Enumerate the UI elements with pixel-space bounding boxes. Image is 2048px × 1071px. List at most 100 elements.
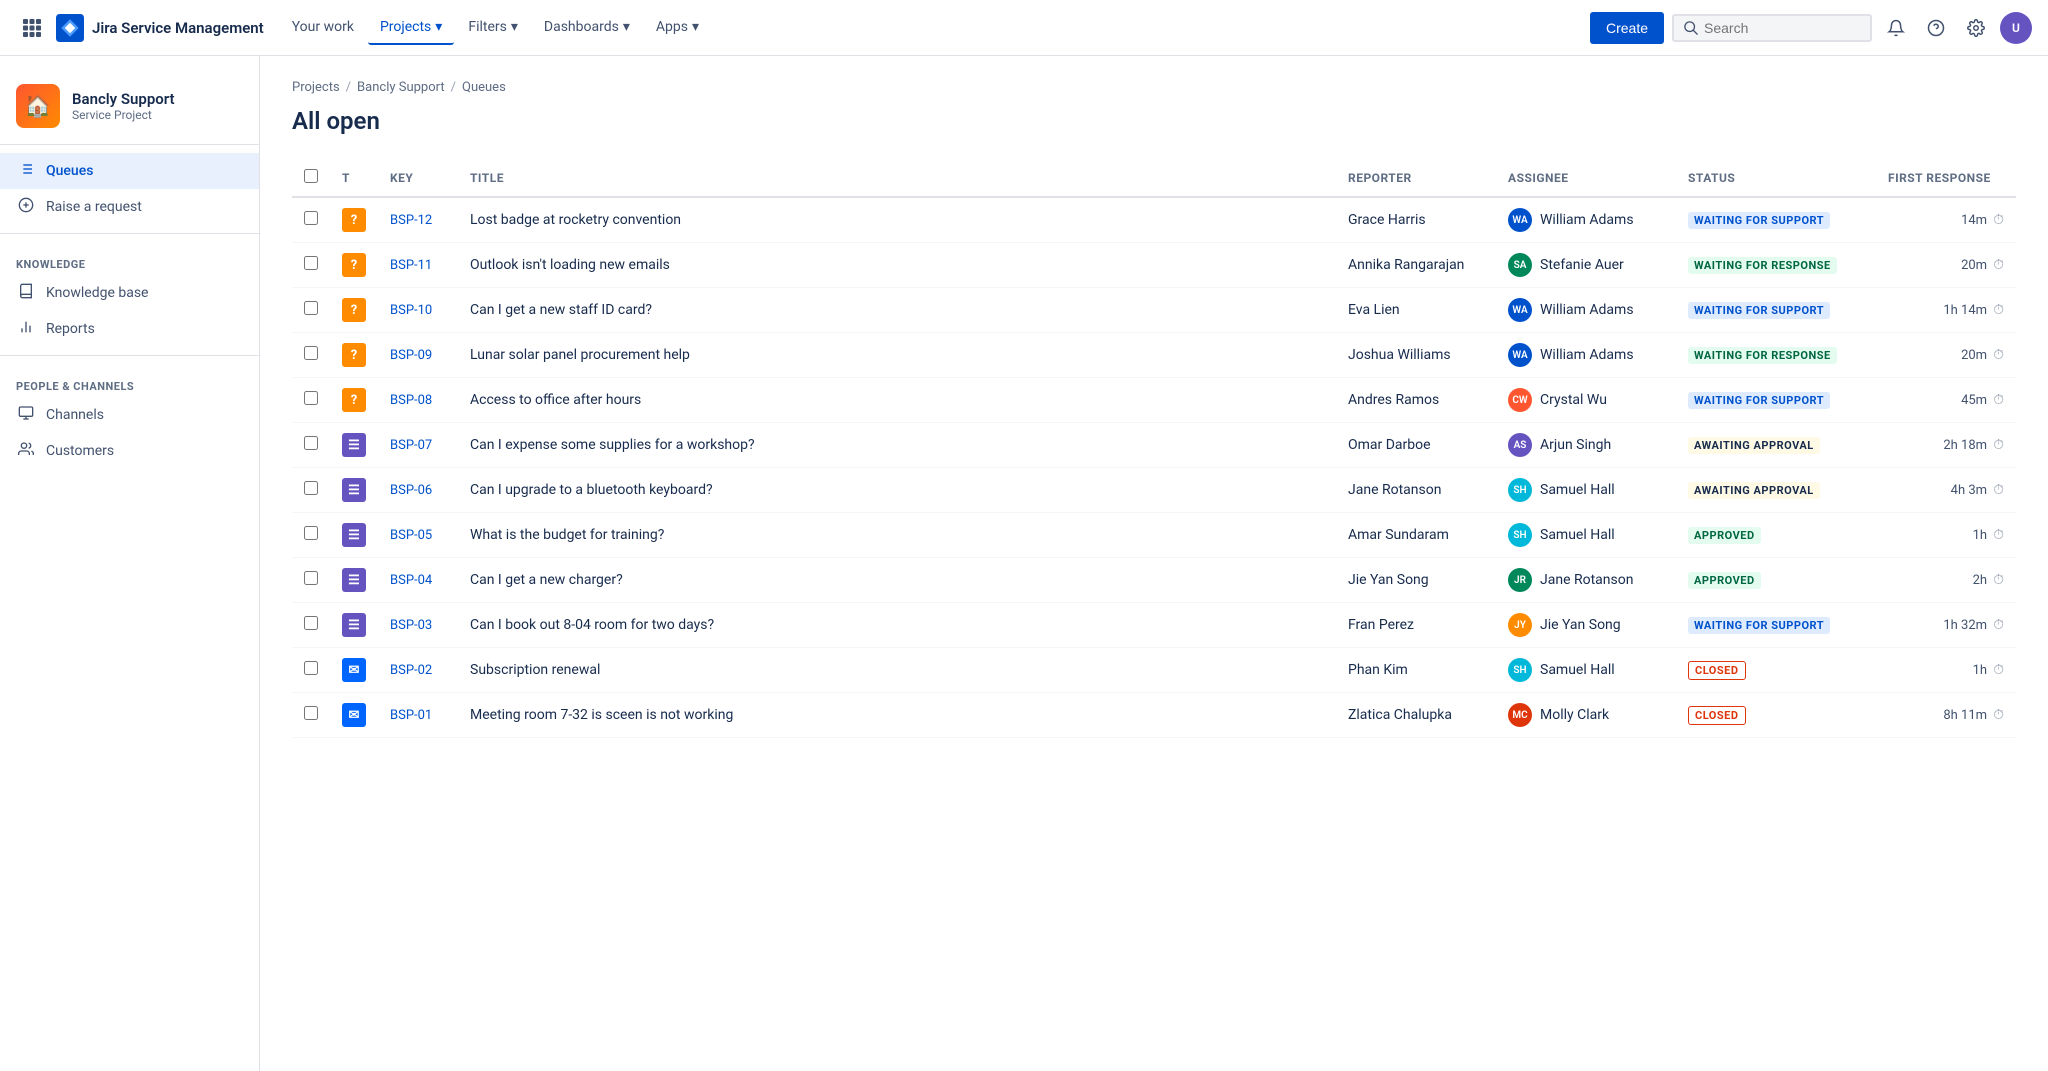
apps-chevron-icon: ▾ bbox=[692, 19, 699, 35]
issue-title-link[interactable]: Can I get a new staff ID card? bbox=[470, 302, 652, 318]
first-response-time: 2h 18m bbox=[1943, 438, 1987, 453]
col-header-assignee: Assignee bbox=[1496, 159, 1676, 197]
row-checkbox-3[interactable] bbox=[304, 346, 318, 360]
breadcrumb-sep-2: / bbox=[451, 80, 456, 95]
channels-icon bbox=[16, 405, 36, 425]
row-checkbox-8[interactable] bbox=[304, 571, 318, 585]
nav-apps[interactable]: Apps ▾ bbox=[644, 11, 711, 45]
search-box[interactable] bbox=[1672, 14, 1872, 42]
issue-title-link[interactable]: Meeting room 7-32 is sceen is not workin… bbox=[470, 707, 733, 723]
settings-button[interactable] bbox=[1960, 12, 1992, 44]
people-section-label: PEOPLE & CHANNELS bbox=[0, 364, 259, 397]
row-checkbox-9[interactable] bbox=[304, 616, 318, 630]
issue-title-link[interactable]: Subscription renewal bbox=[470, 662, 600, 678]
reporter-name: Phan Kim bbox=[1348, 662, 1408, 678]
help-button[interactable] bbox=[1920, 12, 1952, 44]
status-badge: WAITING FOR RESPONSE bbox=[1688, 347, 1837, 364]
row-checkbox-6[interactable] bbox=[304, 481, 318, 495]
clock-icon: ⏱ bbox=[1993, 572, 2004, 588]
first-response-cell: 1h 14m ⏱ bbox=[1888, 302, 2004, 318]
issue-key-link[interactable]: BSP-06 bbox=[390, 483, 432, 498]
raise-request-icon bbox=[16, 197, 36, 217]
sidebar-item-reports[interactable]: Reports bbox=[0, 311, 259, 347]
project-header[interactable]: 🏠 Bancly Support Service Project bbox=[0, 72, 259, 145]
row-checkbox-4[interactable] bbox=[304, 391, 318, 405]
issue-key-link[interactable]: BSP-09 bbox=[390, 348, 432, 363]
col-header-key: Key bbox=[378, 159, 458, 197]
reports-label: Reports bbox=[46, 321, 95, 337]
knowledge-base-label: Knowledge base bbox=[46, 285, 148, 301]
issue-title-link[interactable]: Can I get a new charger? bbox=[470, 572, 623, 588]
first-response-time: 8h 11m bbox=[1943, 708, 1987, 723]
sidebar-item-customers[interactable]: Customers bbox=[0, 433, 259, 469]
sidebar-item-knowledge-base[interactable]: Knowledge base bbox=[0, 275, 259, 311]
row-checkbox-1[interactable] bbox=[304, 256, 318, 270]
issue-title-link[interactable]: Can I upgrade to a bluetooth keyboard? bbox=[470, 482, 713, 498]
issue-title-link[interactable]: Access to office after hours bbox=[470, 392, 641, 408]
row-checkbox-7[interactable] bbox=[304, 526, 318, 540]
create-button[interactable]: Create bbox=[1590, 12, 1664, 44]
sidebar-item-raise-request[interactable]: Raise a request bbox=[0, 189, 259, 225]
sidebar-item-queues[interactable]: Queues bbox=[0, 153, 259, 189]
issue-title-link[interactable]: Can I expense some supplies for a worksh… bbox=[470, 437, 755, 453]
bell-icon bbox=[1887, 19, 1905, 37]
nav-filters[interactable]: Filters ▾ bbox=[456, 11, 530, 45]
breadcrumb-bancly-support[interactable]: Bancly Support bbox=[357, 80, 445, 95]
issue-key-link[interactable]: BSP-12 bbox=[390, 213, 432, 228]
clock-icon: ⏱ bbox=[1993, 527, 2004, 543]
issue-type-badge: ? bbox=[342, 208, 366, 232]
select-all-checkbox[interactable] bbox=[304, 169, 318, 183]
user-avatar[interactable]: U bbox=[2000, 12, 2032, 44]
issue-key-link[interactable]: BSP-05 bbox=[390, 528, 432, 543]
reporter-name: Fran Perez bbox=[1348, 617, 1414, 633]
breadcrumb-projects[interactable]: Projects bbox=[292, 80, 340, 95]
issue-title-link[interactable]: What is the budget for training? bbox=[470, 527, 664, 543]
first-response-cell: 4h 3m ⏱ bbox=[1888, 482, 2004, 498]
issue-key-link[interactable]: BSP-11 bbox=[390, 258, 432, 273]
top-actions: Create U bbox=[1590, 12, 2032, 44]
col-header-status: Status bbox=[1676, 159, 1876, 197]
first-response-time: 20m bbox=[1961, 258, 1987, 273]
issue-key-link[interactable]: BSP-07 bbox=[390, 438, 432, 453]
first-response-time: 1h bbox=[1973, 528, 1987, 543]
issue-key-link[interactable]: BSP-10 bbox=[390, 303, 432, 318]
notifications-button[interactable] bbox=[1880, 12, 1912, 44]
row-checkbox-0[interactable] bbox=[304, 211, 318, 225]
reporter-name: Amar Sundaram bbox=[1348, 527, 1449, 543]
row-checkbox-10[interactable] bbox=[304, 661, 318, 675]
nav-your-work[interactable]: Your work bbox=[280, 11, 366, 45]
issue-key-link[interactable]: BSP-02 bbox=[390, 663, 432, 678]
knowledge-section-label: KNOWLEDGE bbox=[0, 242, 259, 275]
issue-key-link[interactable]: BSP-04 bbox=[390, 573, 432, 588]
assignee-cell: SH Samuel Hall bbox=[1508, 658, 1664, 682]
issue-key-link[interactable]: BSP-03 bbox=[390, 618, 432, 633]
issue-title-link[interactable]: Lost badge at rocketry convention bbox=[470, 212, 681, 228]
nav-projects[interactable]: Projects ▾ bbox=[368, 11, 454, 45]
row-checkbox-11[interactable] bbox=[304, 706, 318, 720]
issue-type-badge: ? bbox=[342, 388, 366, 412]
col-header-title: Title bbox=[458, 159, 1336, 197]
reporter-name: Jie Yan Song bbox=[1348, 572, 1429, 588]
row-checkbox-2[interactable] bbox=[304, 301, 318, 315]
issues-table: T Key Title Reporter Assignee Status Fir… bbox=[292, 159, 2016, 738]
issue-title-link[interactable]: Lunar solar panel procurement help bbox=[470, 347, 690, 363]
row-checkbox-5[interactable] bbox=[304, 436, 318, 450]
issue-title-link[interactable]: Can I book out 8-04 room for two days? bbox=[470, 617, 714, 633]
first-response-cell: 1h 32m ⏱ bbox=[1888, 617, 2004, 633]
brand-logo[interactable]: Jira Service Management bbox=[56, 14, 264, 42]
app-switcher-button[interactable] bbox=[16, 12, 48, 44]
first-response-cell: 20m ⏱ bbox=[1888, 347, 2004, 363]
sidebar-item-channels[interactable]: Channels bbox=[0, 397, 259, 433]
table-row: ? BSP-09 Lunar solar panel procurement h… bbox=[292, 333, 2016, 378]
breadcrumb-queues[interactable]: Queues bbox=[462, 80, 506, 95]
clock-icon: ⏱ bbox=[1993, 662, 2004, 678]
nav-dashboards[interactable]: Dashboards ▾ bbox=[532, 11, 642, 45]
assignee-cell: AS Arjun Singh bbox=[1508, 433, 1664, 457]
assignee-name: Samuel Hall bbox=[1540, 662, 1615, 678]
search-input[interactable] bbox=[1704, 20, 1844, 36]
issue-key-link[interactable]: BSP-01 bbox=[390, 708, 432, 723]
assignee-avatar: MC bbox=[1508, 703, 1532, 727]
issue-type-badge: ☰ bbox=[342, 613, 366, 637]
issue-title-link[interactable]: Outlook isn't loading new emails bbox=[470, 257, 670, 273]
issue-key-link[interactable]: BSP-08 bbox=[390, 393, 432, 408]
